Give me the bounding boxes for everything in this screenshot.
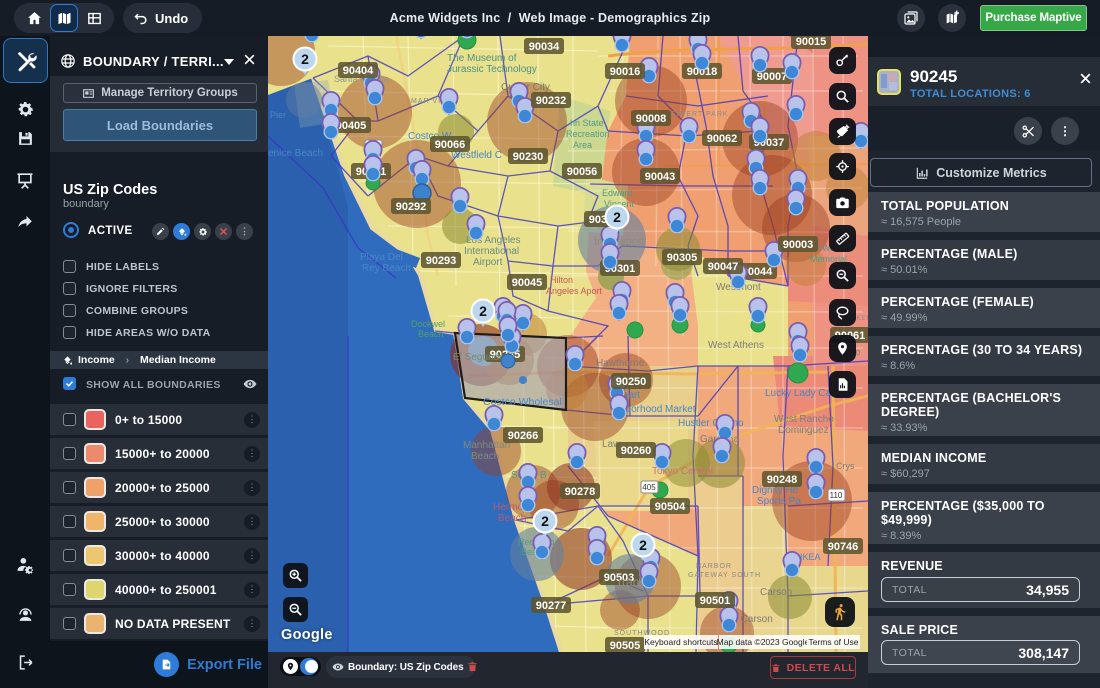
svg-text:West Rancho: West Rancho xyxy=(774,414,834,425)
svg-text:Playa Del: Playa Del xyxy=(360,252,403,263)
svg-text:The Museum of: The Museum of xyxy=(447,53,517,64)
svg-text:Sports Pa: Sports Pa xyxy=(757,496,801,507)
svg-text:90016: 90016 xyxy=(610,66,641,78)
svg-text:hborhood Market: hborhood Market xyxy=(620,404,696,415)
svg-text:IKEA: IKEA xyxy=(800,552,821,562)
svg-text:110: 110 xyxy=(830,491,843,500)
svg-text:Recreation: Recreation xyxy=(566,129,610,139)
svg-text:90278: 90278 xyxy=(565,486,596,498)
svg-text:Rey Beach: Rey Beach xyxy=(362,263,411,274)
svg-text:90007: 90007 xyxy=(757,71,788,83)
svg-text:90292: 90292 xyxy=(396,201,427,213)
svg-text:West Athens: West Athens xyxy=(708,340,764,351)
svg-text:90305: 90305 xyxy=(667,252,698,264)
svg-text:90501: 90501 xyxy=(700,595,731,607)
svg-text:90045: 90045 xyxy=(512,277,543,289)
svg-text:Hawthorne: Hawthorne xyxy=(596,358,645,369)
svg-text:LEIMERT PARK: LEIMERT PARK xyxy=(666,111,729,118)
svg-text:90062: 90062 xyxy=(707,133,738,145)
svg-text:Crys: Crys xyxy=(836,461,855,471)
svg-text:90277: 90277 xyxy=(536,600,567,612)
svg-text:90746: 90746 xyxy=(828,541,859,553)
svg-text:HARBOR: HARBOR xyxy=(696,563,732,570)
svg-text:Pier: Pier xyxy=(270,110,286,120)
svg-text:90003: 90003 xyxy=(783,239,814,251)
svg-text:90230: 90230 xyxy=(513,151,544,163)
svg-text:90008: 90008 xyxy=(636,113,667,125)
svg-text:enice Beach: enice Beach xyxy=(268,148,323,159)
svg-text:Dominguez: Dominguez xyxy=(778,425,829,436)
svg-text:90504: 90504 xyxy=(655,501,686,513)
svg-text:Manhattan: Manhattan xyxy=(463,440,510,451)
svg-text:90248: 90248 xyxy=(767,474,798,486)
svg-text:90250: 90250 xyxy=(616,376,647,388)
svg-text:90232: 90232 xyxy=(536,95,567,107)
svg-text:Airport: Airport xyxy=(473,257,503,268)
svg-text:Jurassic Technology: Jurassic Technology xyxy=(447,64,537,75)
svg-text:Beach: Beach xyxy=(498,513,526,524)
svg-text:90043: 90043 xyxy=(645,171,676,183)
svg-text:GATEWAY SOUTH: GATEWAY SOUTH xyxy=(688,572,761,579)
svg-text:90015: 90015 xyxy=(796,36,827,48)
svg-text:El Segundo: El Segundo xyxy=(453,352,505,363)
svg-text:Hilton: Hilton xyxy=(550,275,573,285)
svg-text:90056: 90056 xyxy=(567,166,598,178)
svg-text:International: International xyxy=(464,246,519,257)
svg-text:hn State: hn State xyxy=(570,118,604,128)
svg-text:90266: 90266 xyxy=(508,430,539,442)
svg-text:Beach: Beach xyxy=(471,451,499,462)
svg-text:90293: 90293 xyxy=(426,255,457,267)
svg-text:90260: 90260 xyxy=(621,445,652,457)
svg-text:405: 405 xyxy=(642,483,656,492)
svg-text:Carson: Carson xyxy=(760,587,792,598)
svg-text:Dockwel: Dockwel xyxy=(411,319,445,329)
svg-text:Angeles Aport: Angeles Aport xyxy=(546,286,603,296)
svg-text:Area: Area xyxy=(573,140,592,150)
svg-text:90066: 90066 xyxy=(435,139,466,151)
svg-text:90047: 90047 xyxy=(708,261,739,273)
svg-text:90505: 90505 xyxy=(610,640,641,652)
svg-text:Edward: Edward xyxy=(602,188,633,198)
svg-text:90404: 90404 xyxy=(343,65,374,77)
svg-text:Beach: Beach xyxy=(418,329,444,339)
svg-text:90034: 90034 xyxy=(529,41,560,53)
